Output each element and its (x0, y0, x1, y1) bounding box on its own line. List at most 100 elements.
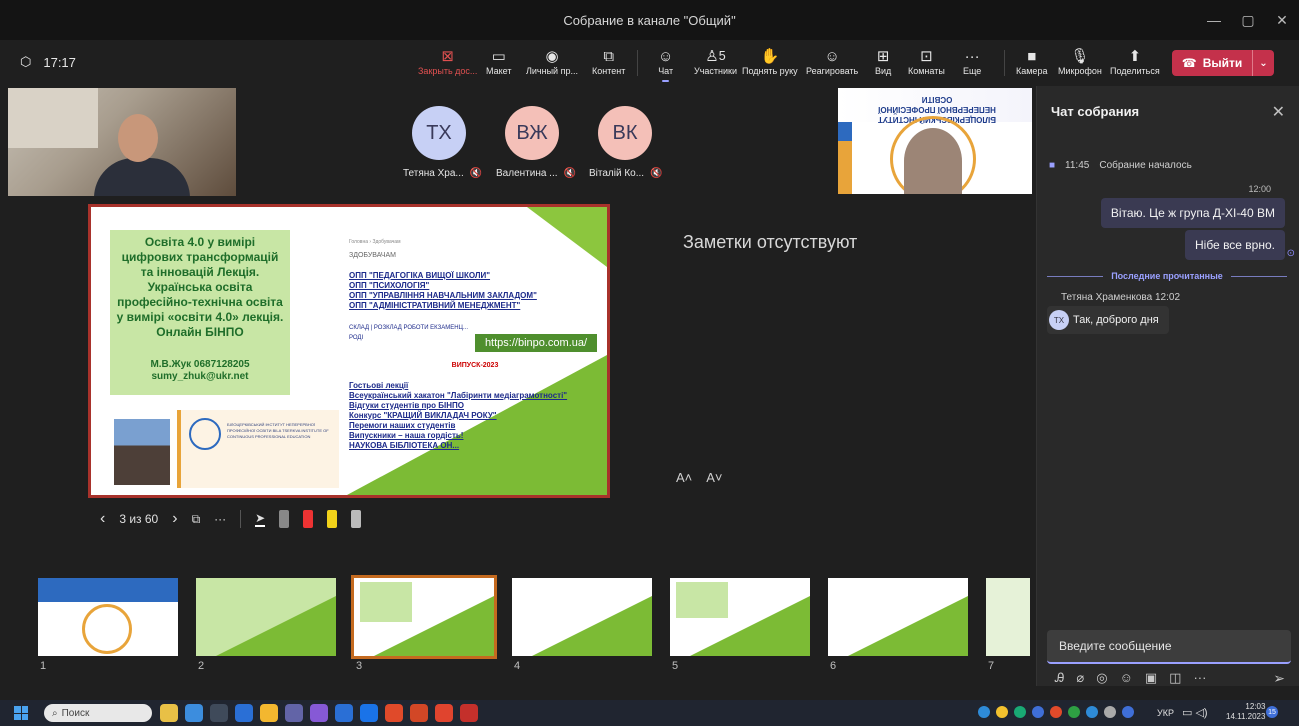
close-chat-icon[interactable]: ✕ (1272, 102, 1285, 122)
slide-photo (114, 419, 170, 485)
thumbnail-3[interactable] (351, 575, 497, 659)
file-explorer-icon[interactable] (260, 704, 278, 722)
pointer-icon[interactable]: ➤ (255, 511, 266, 527)
microphone-button[interactable]: 🎙 Микрофон (1058, 46, 1102, 76)
language-indicator[interactable]: УКР (1157, 708, 1174, 718)
slide-title-box: Освіта 4.0 у вимірі цифрових трансформац… (110, 230, 290, 395)
thumbnail-1[interactable] (38, 578, 178, 656)
attach-icon[interactable]: ⌀ (1076, 670, 1084, 686)
chrome-icon[interactable] (385, 704, 403, 722)
content-button[interactable]: ⧉ Контент (592, 46, 625, 77)
decrease-font-button[interactable]: A˅ (706, 470, 722, 485)
highlighter-icon[interactable] (327, 510, 338, 528)
store-icon[interactable] (235, 704, 253, 722)
timer-text: 17:17 (43, 54, 76, 70)
leave-button[interactable]: ☎ Выйти ⌄ (1172, 50, 1274, 76)
loop-icon[interactable]: ◎ (1096, 670, 1107, 686)
increase-font-button[interactable]: A˄ (676, 470, 692, 485)
maximize-icon[interactable]: ▢ (1231, 12, 1265, 29)
widgets-icon[interactable] (160, 704, 178, 722)
participant-avatar-3[interactable]: ВК (598, 106, 652, 160)
thumbnail-6[interactable] (828, 578, 968, 656)
zoom-icon[interactable] (360, 704, 378, 722)
thumb-band (38, 578, 178, 602)
tray-app-icon[interactable] (996, 706, 1008, 718)
private-view-button[interactable]: ◉ Личный пр... (526, 46, 578, 76)
grid-view-icon[interactable]: ⧉ (192, 512, 201, 527)
slide-thumbnail-strip: 1 2 3 4 5 6 7 (0, 572, 1036, 686)
more-options-icon[interactable]: ··· (214, 512, 226, 526)
share-button[interactable]: ⬆ Поделиться (1110, 46, 1160, 76)
pen-gray-icon[interactable] (279, 510, 290, 528)
thumbnail-2[interactable] (196, 578, 336, 656)
viber-icon[interactable] (310, 704, 328, 722)
leave-main[interactable]: ☎ Выйти (1172, 56, 1252, 70)
tray-app-icon[interactable] (978, 706, 990, 718)
notification-badge[interactable]: 15 (1266, 706, 1278, 718)
format-icon[interactable]: Ꭿ (1055, 670, 1064, 686)
participant-avatar-2[interactable]: ВЖ (505, 106, 559, 160)
prev-slide-icon[interactable]: ‹ (100, 510, 105, 528)
edge-icon[interactable] (185, 704, 203, 722)
presenter-video[interactable] (8, 88, 236, 196)
button-label: Микрофон (1058, 66, 1102, 76)
opera-icon[interactable] (435, 704, 453, 722)
button-label: Еще (963, 66, 982, 76)
more-button[interactable]: ··· Еще (963, 46, 982, 77)
minimize-icon[interactable]: — (1197, 12, 1231, 28)
microphone-tray-icon[interactable] (1122, 706, 1134, 718)
camera-icon: ■ (1049, 160, 1056, 171)
windows-start-icon[interactable] (14, 706, 28, 720)
gif-icon[interactable]: ▣ (1145, 670, 1157, 686)
emoji-icon[interactable]: ☺ (1120, 670, 1133, 686)
sticker-icon[interactable]: ◫ (1169, 670, 1181, 686)
send-icon[interactable]: ➢ (1273, 670, 1285, 687)
button-label: Поднять руку (742, 66, 798, 76)
participants-button[interactable]: ♙ 5 Участники (694, 46, 737, 76)
shared-presenter-view[interactable]: БІЛОЦЕРКІВСЬКИЙ ІНСТИТУТ НЕПЕРЕРВНОЇ ПРО… (838, 88, 1032, 194)
more-icon: ··· (964, 47, 980, 65)
tray-app-icon[interactable] (1050, 706, 1062, 718)
slide-contact: М.В.Жук 0687128205 sumy_zhuk@ukr.net (110, 359, 290, 383)
tray-app-icon[interactable] (1068, 706, 1080, 718)
tray-app-icon[interactable] (1032, 706, 1044, 718)
rooms-button[interactable]: ⊡ Комнаты (908, 46, 945, 76)
task-view-icon[interactable] (210, 704, 228, 722)
outgoing-message[interactable]: Вітаю. Це ж група Д-ХІ-40 ВМ (1100, 198, 1285, 228)
taskbar-apps (160, 704, 478, 722)
powerpoint-icon[interactable] (410, 704, 428, 722)
react-button[interactable]: ☺ Реагировать (806, 46, 858, 77)
chat-button[interactable]: ☺ Чат (658, 46, 673, 82)
tray-app-icon[interactable] (1014, 706, 1026, 718)
thumbnail-5[interactable] (670, 578, 810, 656)
thumbnail-7[interactable] (986, 578, 1030, 656)
video-person-body (94, 158, 190, 196)
next-slide-icon[interactable]: › (172, 510, 177, 528)
taskbar-search[interactable]: ⌕ Поиск (44, 704, 152, 722)
incoming-message[interactable]: ТХ Так, доброго дня (1047, 306, 1169, 334)
close-window-icon[interactable]: ✕ (1265, 12, 1299, 29)
stop-sharing-button[interactable]: ⊠ Закрыть дос... (418, 46, 477, 76)
taskbar-clock[interactable]: 12:03 14.11.2023 (1226, 702, 1265, 722)
leave-options-chevron-icon[interactable]: ⌄ (1252, 50, 1274, 76)
layout-button[interactable]: ▭ Макет (486, 46, 511, 76)
tray-app-icon[interactable] (1086, 706, 1098, 718)
pen-red-icon[interactable] (303, 510, 314, 528)
slide-counter: 3 из 60 (119, 512, 159, 526)
view-button[interactable]: ⊞ Вид (875, 46, 891, 76)
more-compose-icon[interactable]: ··· (1193, 670, 1206, 686)
outgoing-message[interactable]: Нібе все врно. (1184, 230, 1285, 260)
chat-input[interactable]: Введите сообщение (1047, 630, 1291, 664)
pdf-icon[interactable] (460, 704, 478, 722)
current-slide[interactable]: Освіта 4.0 у вимірі цифрових трансформац… (88, 204, 610, 498)
teams-icon[interactable] (285, 704, 303, 722)
participant-avatar-1[interactable]: ТХ (412, 106, 466, 160)
network-volume-icon[interactable]: ▭ ◁) (1182, 706, 1208, 719)
camera-button[interactable]: ■ Камера (1016, 46, 1047, 77)
thumbnail-4[interactable] (512, 578, 652, 656)
raise-hand-button[interactable]: ✋ Поднять руку (742, 46, 798, 76)
eraser-icon[interactable] (351, 510, 362, 528)
tray-app-icon[interactable] (1104, 706, 1116, 718)
slide-link: ОПП "ПЕДАГОГІКА ВИЩОЇ ШКОЛИ" (349, 271, 491, 280)
app-icon[interactable] (335, 704, 353, 722)
